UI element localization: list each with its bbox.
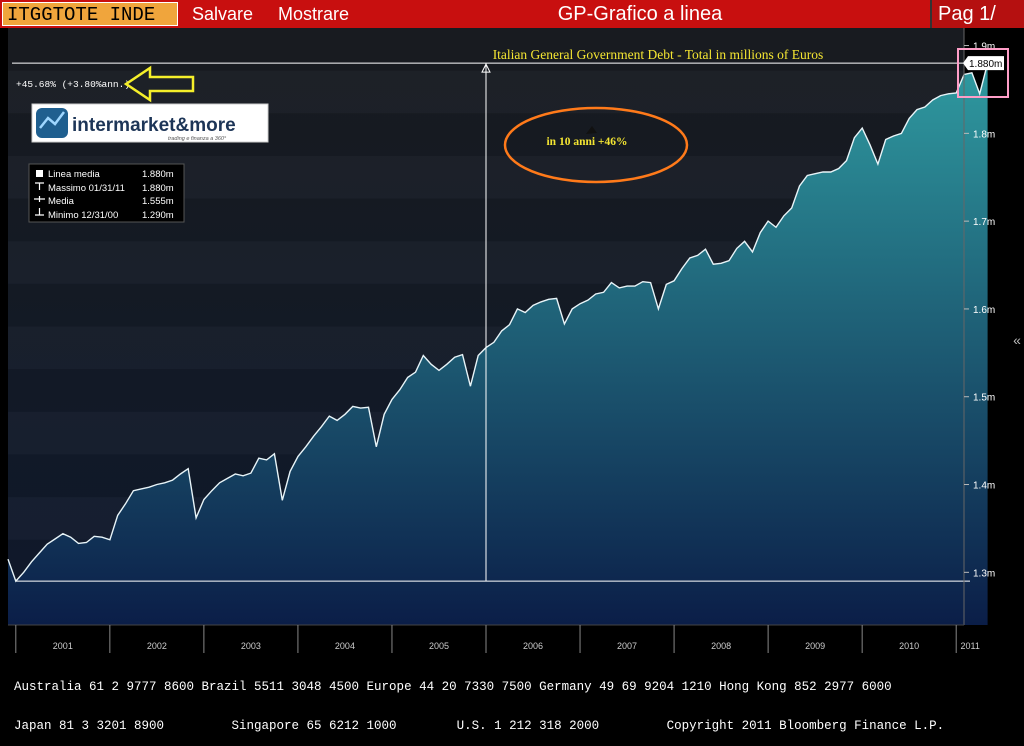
footer-line: Japan 81 3 3201 8900 Singapore 65 6212 1… bbox=[14, 719, 945, 733]
ticker-field[interactable]: ITGGTOTE INDE bbox=[2, 2, 178, 26]
chart-title: Italian General Government Debt - Total … bbox=[493, 47, 824, 62]
x-tick-label: 2010 bbox=[899, 641, 919, 651]
legend-value: 1.880m bbox=[142, 169, 174, 180]
x-tick-label: 2011 bbox=[961, 641, 980, 651]
x-axis-ticks: 2001 2002 2003 2004 2005 2006 2007 2008 2009 2010… bbox=[15, 625, 980, 653]
y-tick-label: 1.9m bbox=[973, 42, 995, 53]
legend-square-icon bbox=[36, 170, 43, 177]
y-tick-label: 1.5m bbox=[973, 393, 995, 404]
y-tick-label: 1.6m bbox=[973, 305, 995, 316]
logo-text: intermarket&more bbox=[72, 115, 236, 136]
x-tick-label: 2009 bbox=[805, 641, 825, 651]
x-tick-label: 2002 bbox=[147, 641, 167, 651]
legend-value: 1.555m bbox=[142, 196, 174, 207]
footer: Australia 61 2 9777 8600 Brazil 5511 304… bbox=[0, 655, 1024, 733]
legend-label: Massimo 01/31/11 bbox=[48, 183, 125, 194]
page-indicator[interactable]: Pag 1/ bbox=[930, 0, 1024, 28]
y-tick-label: 1.8m bbox=[973, 129, 995, 140]
line-chart: 1.3m1.4m1.5m1.6m1.7m1.8m1.9m 2001 2002 200… bbox=[7, 28, 1009, 653]
legend: Linea media Massimo 01/31/11 Media Minim… bbox=[28, 163, 185, 223]
legend-label: Linea media bbox=[48, 169, 100, 180]
y-tick-label: 1.7m bbox=[973, 217, 995, 228]
y-tick-label: 1.4m bbox=[973, 481, 995, 492]
side-panel-handle-icon[interactable]: « bbox=[1010, 300, 1024, 380]
legend-label: Media bbox=[48, 196, 75, 207]
logo-tagline: trading e finanza a 360° bbox=[168, 136, 227, 142]
show-button[interactable]: Mostrare bbox=[278, 2, 349, 26]
x-tick-label: 2001 bbox=[53, 641, 73, 651]
last-value-label: 1.880m bbox=[969, 59, 1002, 70]
y-tick-label: 1.3m bbox=[973, 568, 995, 579]
change-annotation: +45.68% (+3.80%ann.) bbox=[16, 79, 130, 90]
footer-line: Australia 61 2 9777 8600 Brazil 5511 304… bbox=[14, 680, 892, 694]
ellipse-annotation: in 10 anni +46% bbox=[546, 136, 627, 148]
x-tick-label: 2007 bbox=[617, 641, 637, 651]
legend-value: 1.880m bbox=[142, 183, 174, 194]
x-tick-label: 2004 bbox=[335, 641, 355, 651]
x-tick-label: 2005 bbox=[429, 641, 449, 651]
legend-label: Minimo 12/31/00 bbox=[48, 210, 118, 221]
logo: intermarket&more trading e finanza a 360… bbox=[31, 103, 269, 143]
x-tick-label: 2003 bbox=[241, 641, 261, 651]
x-tick-label: 2008 bbox=[711, 641, 731, 651]
save-button[interactable]: Salvare bbox=[192, 2, 253, 26]
x-tick-label: 2006 bbox=[523, 641, 543, 651]
legend-value: 1.290m bbox=[142, 210, 174, 221]
page-title: GP-Grafico a linea bbox=[557, 3, 723, 25]
